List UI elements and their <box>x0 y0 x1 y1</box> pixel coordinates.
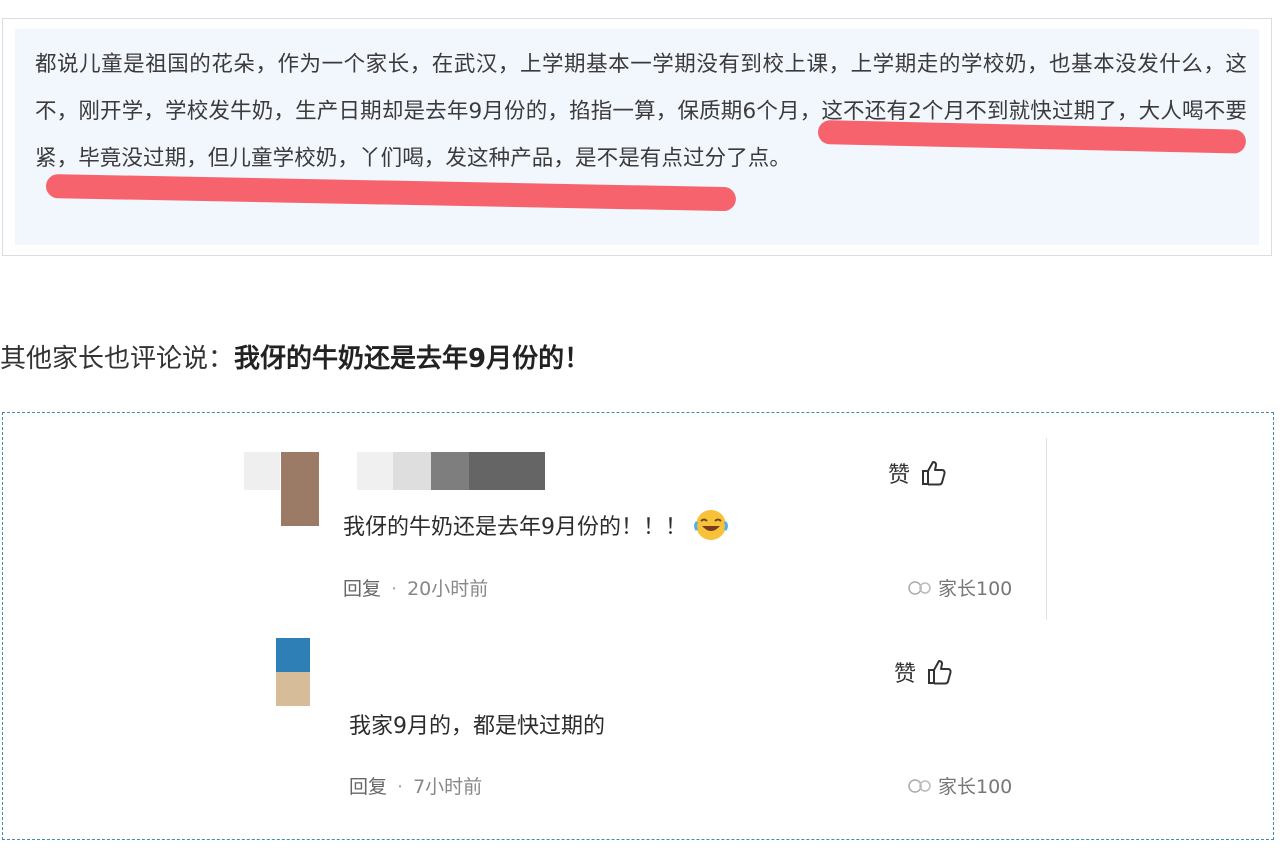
avatar <box>281 452 319 526</box>
thumbs-up-icon <box>928 660 952 685</box>
laughing-crying-emoji-icon <box>694 510 728 540</box>
watermark-logo-icon <box>908 778 931 793</box>
comment-time: 7小时前 <box>413 776 483 798</box>
post-text: 都说儿童是祖国的花朵，作为一个家长，在武汉，上学期基本一学期没有到校上课，上学期… <box>35 52 1247 171</box>
comment-text: 我家9月的，都是快过期的 <box>349 714 605 739</box>
avatar-lower <box>276 672 310 706</box>
blurred-username <box>357 452 545 490</box>
like-label: 赞 <box>894 662 917 687</box>
watermark: 家长100 <box>906 574 1012 601</box>
blurred-avatar-left <box>244 452 280 490</box>
divider <box>1046 438 1047 620</box>
caption-quote: 我伢的牛奶还是去年9月份的！ <box>234 344 591 374</box>
separator-dot: · <box>391 578 398 600</box>
caption-prefix: 其他家长也评论说： <box>0 344 235 374</box>
comment-meta: 回复 · 7小时前 <box>349 772 482 799</box>
comment-meta: 回复 · 20小时前 <box>343 574 488 601</box>
reply-link[interactable]: 回复 <box>343 578 381 600</box>
watermark: 家长100 <box>906 772 1012 799</box>
comments-screenshot <box>2 412 1274 840</box>
like-label: 赞 <box>888 463 911 488</box>
separator-dot: · <box>397 776 404 798</box>
reply-link[interactable]: 回复 <box>349 776 387 798</box>
caption: 其他家长也评论说：我伢的牛奶还是去年9月份的！ <box>0 338 590 375</box>
comment-time: 20小时前 <box>407 578 489 600</box>
avatar <box>276 638 310 672</box>
like-button[interactable]: 赞 <box>888 457 948 489</box>
comment-text: 我伢的牛奶还是去年9月份的！！！ <box>343 507 729 543</box>
watermark-logo-icon <box>908 580 931 595</box>
thumbs-up-icon <box>922 461 946 486</box>
like-button[interactable]: 赞 <box>894 656 954 688</box>
